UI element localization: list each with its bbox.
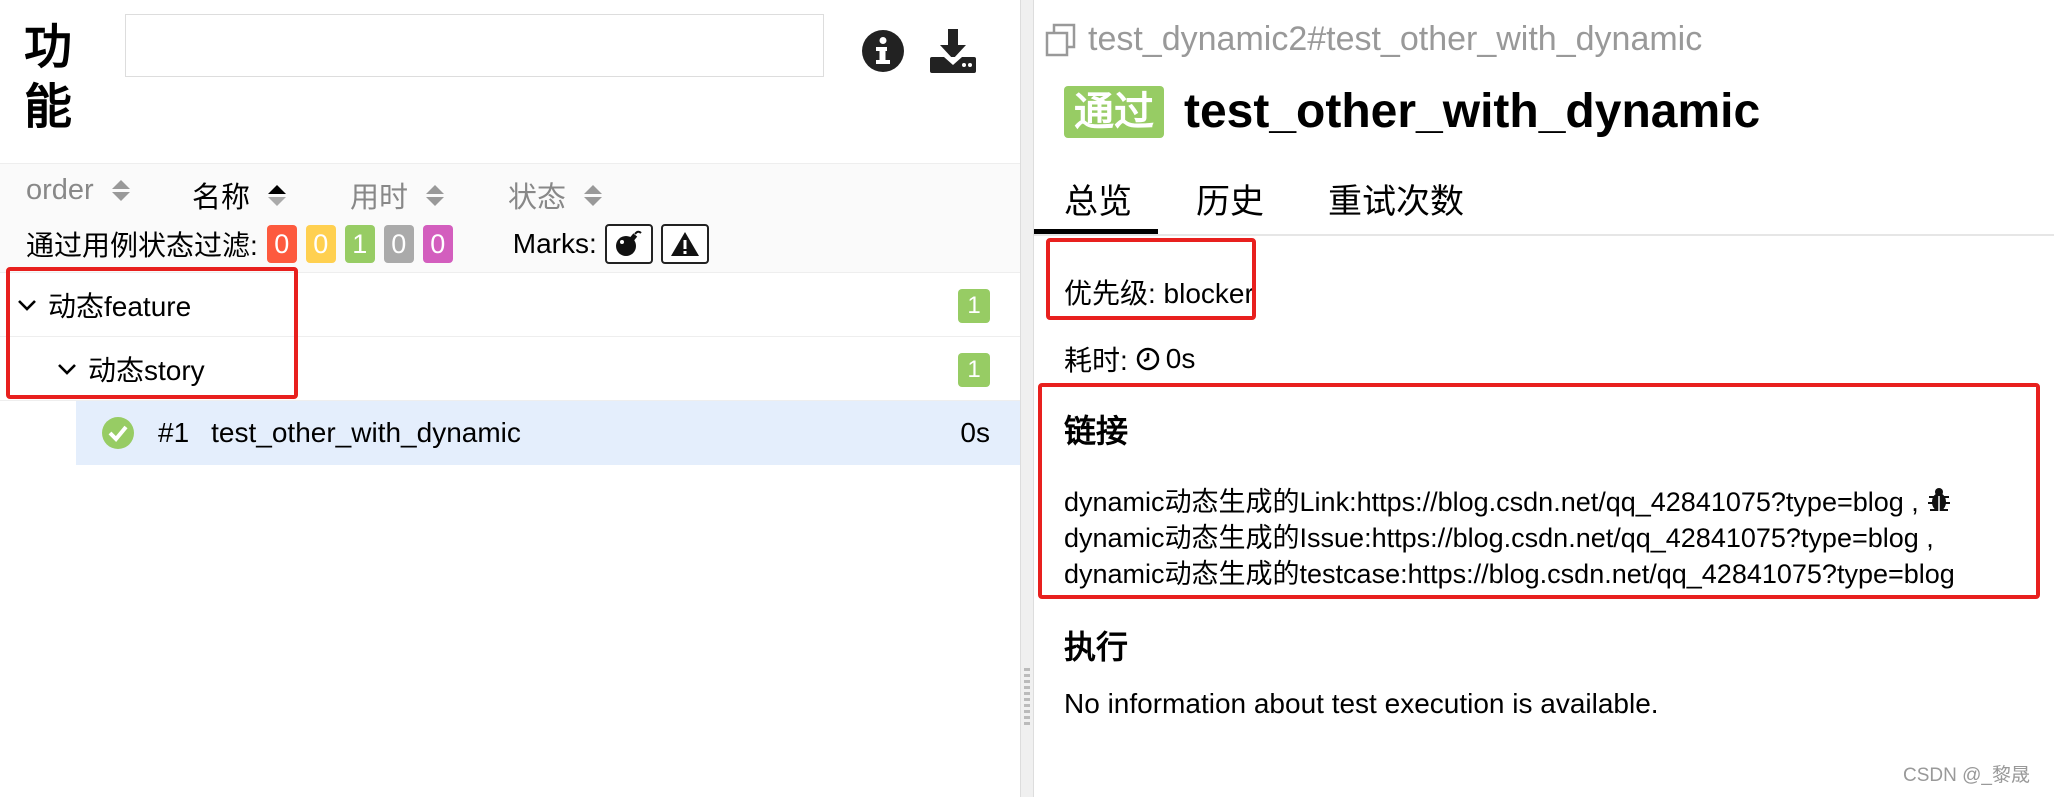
test-header: 通过 test_other_with_dynamic bbox=[1064, 84, 1760, 139]
new-failed-warning-icon[interactable] bbox=[660, 224, 709, 264]
breadcrumb-text: test_dynamic2#test_other_with_dynamic bbox=[1088, 20, 1703, 58]
status-filter: 通过用例状态过滤: 0 0 1 0 0 Marks: bbox=[26, 224, 709, 264]
duration-label: 耗时: bbox=[1064, 345, 1128, 376]
clock-icon bbox=[1136, 347, 1160, 371]
download-icon[interactable] bbox=[930, 28, 976, 74]
test-duration: 0s bbox=[960, 417, 990, 448]
sort-name[interactable]: 名称 bbox=[192, 174, 287, 216]
sort-label: 用时 bbox=[350, 182, 409, 214]
execution-info: No information about test execution is a… bbox=[1064, 688, 1659, 719]
highlight-box bbox=[1038, 383, 2040, 599]
test-name: test_other_with_dynamic bbox=[211, 417, 521, 448]
tab-bar: 总览 历史 重试次数 bbox=[1034, 166, 2054, 236]
tree-pane: 功能 order 名称 用时 状态 通过用例状态过滤: 0 0 1 0 0 Ma… bbox=[0, 0, 1020, 797]
tab-history[interactable]: 历史 bbox=[1196, 174, 1264, 234]
sort-bar: order 名称 用时 状态 通过用例状态过滤: 0 0 1 0 0 Marks… bbox=[0, 163, 1020, 273]
test-case-row[interactable]: #1 test_other_with_dynamic 0s bbox=[76, 401, 1020, 465]
page-title: test_other_with_dynamic bbox=[1184, 85, 1761, 138]
filter-unknown-chip[interactable]: 0 bbox=[422, 225, 453, 263]
info-icon[interactable] bbox=[860, 28, 906, 74]
sort-duration[interactable]: 用时 bbox=[350, 174, 445, 216]
group-count-badge: 1 bbox=[958, 289, 990, 323]
sort-order[interactable]: order bbox=[26, 174, 130, 207]
execution-section-title: 执行 bbox=[1064, 629, 1129, 665]
sort-arrows-icon bbox=[584, 184, 603, 206]
flaky-bomb-icon[interactable] bbox=[604, 224, 653, 264]
filter-failed-chip[interactable]: 0 bbox=[266, 225, 297, 263]
duration-value: 0s bbox=[1165, 343, 1196, 374]
filter-broken-chip[interactable]: 0 bbox=[305, 225, 336, 263]
highlight-box bbox=[6, 267, 298, 399]
filter-passed-chip[interactable]: 1 bbox=[344, 225, 375, 263]
breadcrumb: test_dynamic2#test_other_with_dynamic bbox=[1044, 20, 1702, 59]
status-badge: 通过 bbox=[1064, 85, 1164, 138]
tab-overview[interactable]: 总览 bbox=[1034, 174, 1158, 234]
watermark: CSDN @_黎晟 bbox=[1903, 765, 2030, 786]
pane-title: 功能 bbox=[24, 21, 73, 134]
filter-label: 通过用例状态过滤: bbox=[26, 230, 258, 261]
sort-arrows-icon bbox=[111, 180, 130, 201]
duration-field: 耗时: 0s bbox=[1064, 339, 1195, 379]
sort-arrows-icon bbox=[268, 184, 287, 206]
sort-status[interactable]: 状态 bbox=[508, 174, 603, 216]
marks-label: Marks: bbox=[512, 228, 597, 259]
tab-retries[interactable]: 重试次数 bbox=[1328, 174, 1464, 234]
search-input[interactable] bbox=[125, 14, 824, 77]
copy-icon[interactable] bbox=[1044, 23, 1078, 57]
detail-pane: test_dynamic2#test_other_with_dynamic 通过… bbox=[1034, 0, 2054, 797]
test-number: #1 bbox=[158, 417, 190, 448]
splitter-grip-icon[interactable] bbox=[1024, 668, 1030, 728]
sort-label: 状态 bbox=[508, 182, 567, 214]
filter-skipped-chip[interactable]: 0 bbox=[383, 225, 414, 263]
group-count-badge: 1 bbox=[958, 353, 990, 387]
sort-arrows-icon bbox=[426, 184, 445, 206]
sort-label: 名称 bbox=[192, 182, 251, 214]
highlight-box bbox=[1046, 238, 1256, 320]
passed-check-icon bbox=[102, 417, 134, 449]
sort-label: order bbox=[26, 174, 94, 206]
